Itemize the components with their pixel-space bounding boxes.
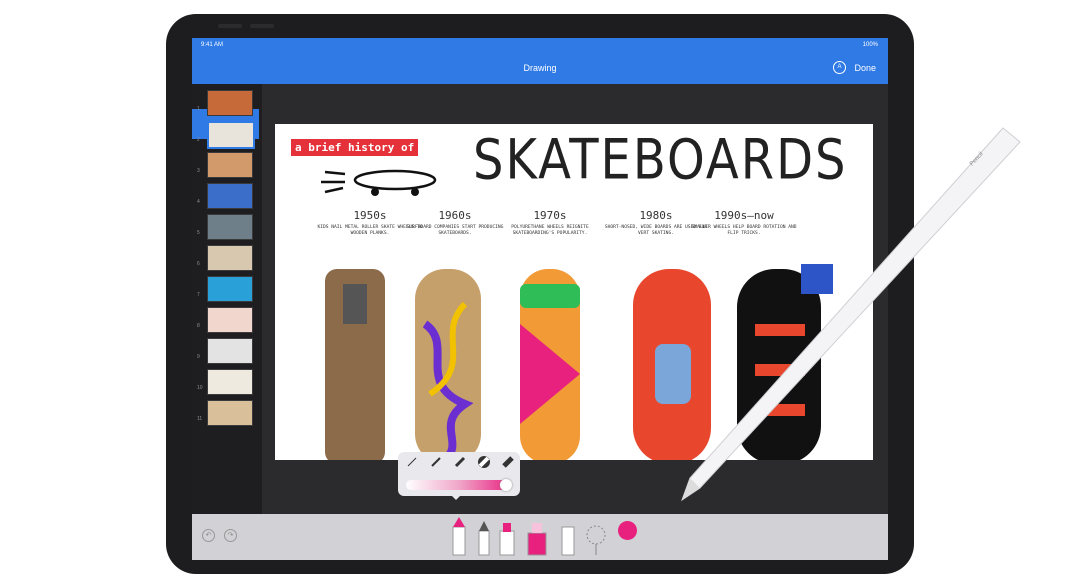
screen: 9:41 AM 100% Drawing A Done 1 2 3 4 5 6 7 8 9 10 1… bbox=[192, 38, 888, 560]
slide-thumbnail[interactable] bbox=[207, 369, 253, 395]
lasso-icon[interactable] bbox=[584, 523, 608, 557]
slide-label: a brief history of bbox=[291, 139, 419, 156]
era-year: 1960s bbox=[438, 209, 472, 222]
stroke-width-option[interactable] bbox=[454, 456, 466, 468]
drawing-toolbar: ↶ ↷ bbox=[192, 514, 888, 560]
timeline-era: 1990s—now SMALLER WHEELS HELP BOARD ROTAT… bbox=[689, 209, 799, 237]
volume-button bbox=[218, 24, 242, 28]
stroke-width-option[interactable] bbox=[430, 456, 442, 468]
done-button[interactable]: Done bbox=[854, 63, 876, 73]
popover-arrow bbox=[450, 494, 462, 500]
slide-thumbnail[interactable] bbox=[207, 214, 253, 240]
slide-number: 9 bbox=[197, 354, 200, 360]
eraser-icon[interactable] bbox=[560, 523, 576, 557]
slide-number: 5 bbox=[197, 230, 200, 236]
slide-number: 4 bbox=[197, 199, 200, 205]
skateboards-illustration bbox=[325, 264, 833, 460]
stroke-width-option[interactable] bbox=[502, 456, 514, 468]
color-picker-button[interactable] bbox=[618, 521, 637, 540]
slide-title: SKATEBOARDS bbox=[473, 128, 848, 193]
undo-button[interactable]: ↶ bbox=[202, 529, 215, 542]
slide-thumbnail[interactable] bbox=[207, 400, 253, 426]
era-description: SMALLER WHEELS HELP BOARD ROTATION AND F… bbox=[691, 225, 797, 236]
skateboard-doodle bbox=[321, 169, 437, 196]
slide-thumbnail[interactable] bbox=[207, 338, 253, 364]
battery-indicator: 100% bbox=[862, 42, 878, 48]
slide-number: 1 bbox=[197, 106, 200, 112]
slide-thumbnail[interactable] bbox=[207, 90, 253, 116]
redo-button[interactable]: ↷ bbox=[224, 529, 237, 542]
slide-number: 8 bbox=[197, 323, 200, 329]
slide-number: 7 bbox=[197, 292, 200, 298]
opacity-slider[interactable] bbox=[406, 480, 512, 490]
pencil-circle-icon[interactable]: A bbox=[833, 61, 846, 74]
stroke-width-popover bbox=[398, 452, 520, 500]
document-title: Drawing bbox=[523, 63, 557, 73]
opacity-slider-knob[interactable] bbox=[500, 479, 512, 491]
slide-thumbnail[interactable] bbox=[207, 152, 253, 178]
era-description: SURFBOARD COMPANIES START PRODUCING SKAT… bbox=[406, 225, 504, 236]
stroke-width-option[interactable] bbox=[406, 456, 418, 468]
slide-thumbnail[interactable] bbox=[207, 121, 255, 149]
volume-button bbox=[250, 24, 274, 28]
svg-text:Pencil: Pencil bbox=[969, 151, 985, 167]
slide-thumbnail[interactable] bbox=[207, 307, 253, 333]
status-bar: 9:41 AM 100% bbox=[192, 38, 888, 52]
timeline-era: 1970s POLYURETHANE WHEELS REIGNITE SKATEB… bbox=[495, 209, 605, 237]
stroke-width-option[interactable] bbox=[478, 456, 490, 468]
slide-number: 6 bbox=[197, 261, 200, 267]
slide-canvas[interactable]: a brief history of SKATEBOARDS 1950s KIDS… bbox=[275, 124, 873, 460]
marker-icon[interactable] bbox=[498, 521, 516, 557]
slide-navigator: 1234567891011 + bbox=[192, 84, 262, 545]
nav-bar: Drawing A Done bbox=[192, 52, 888, 84]
slide-thumbnail[interactable] bbox=[207, 245, 253, 271]
pencil-icon[interactable] bbox=[450, 517, 468, 557]
era-description: POLYURETHANE WHEELS REIGNITE SKATEBOARDI… bbox=[511, 225, 589, 236]
highlighter-icon[interactable] bbox=[526, 521, 548, 557]
era-year: 1990s—now bbox=[714, 209, 774, 222]
timeline-era: 1960s SURFBOARD COMPANIES START PRODUCING… bbox=[400, 209, 510, 237]
slide-number: 3 bbox=[197, 168, 200, 174]
canvas-area: a brief history of SKATEBOARDS 1950s KIDS… bbox=[262, 84, 888, 514]
pen-icon[interactable] bbox=[476, 521, 492, 557]
slide-number: 10 bbox=[197, 385, 203, 391]
era-year: 1970s bbox=[533, 209, 567, 222]
slide-thumbnail[interactable] bbox=[207, 276, 253, 302]
slide-thumbnail[interactable] bbox=[207, 183, 253, 209]
status-time: 9:41 AM bbox=[201, 42, 224, 48]
slide-number: 2 bbox=[197, 137, 200, 143]
slide-number: 11 bbox=[197, 416, 203, 422]
